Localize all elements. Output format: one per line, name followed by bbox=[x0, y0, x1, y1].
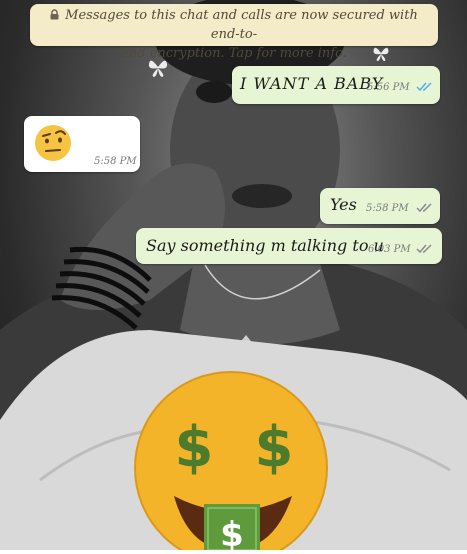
svg-text:$: $ bbox=[255, 415, 294, 480]
message-bubble-outgoing[interactable]: Yes 5:58 PM bbox=[320, 188, 440, 224]
encryption-notice-line1: Messages to this chat and calls are now … bbox=[65, 8, 418, 42]
message-text: Say something m talking to u bbox=[146, 236, 384, 255]
encryption-notice-line2: end encryption. Tap for more info. bbox=[121, 46, 347, 61]
message-time: 5:56 PM bbox=[367, 82, 410, 93]
message-text: Yes bbox=[330, 195, 357, 214]
message-text: I WANT A BABY bbox=[240, 74, 384, 93]
message-time: 5:58 PM bbox=[94, 156, 137, 167]
delivered-double-check-icon bbox=[416, 203, 432, 213]
message-time: 5:58 PM bbox=[366, 203, 409, 214]
message-bubble-outgoing[interactable]: I WANT A BABY 5:56 PM bbox=[232, 66, 440, 104]
read-receipt-double-check-icon bbox=[416, 82, 432, 92]
message-time: 6:03 PM bbox=[368, 244, 411, 255]
raised-eyebrow-face-emoji-icon bbox=[35, 125, 71, 161]
svg-text:$: $ bbox=[220, 515, 244, 550]
message-bubble-incoming[interactable]: 5:58 PM bbox=[24, 116, 140, 172]
lock-icon bbox=[50, 9, 59, 20]
encryption-notice-banner[interactable]: Messages to this chat and calls are now … bbox=[30, 4, 438, 61]
delivered-double-check-icon bbox=[416, 244, 432, 254]
svg-text:$: $ bbox=[175, 415, 214, 480]
money-mouth-face-emoji-icon: $ $ $ bbox=[134, 371, 328, 550]
message-bubble-outgoing[interactable]: Say something m talking to u 6:03 PM bbox=[136, 228, 442, 264]
